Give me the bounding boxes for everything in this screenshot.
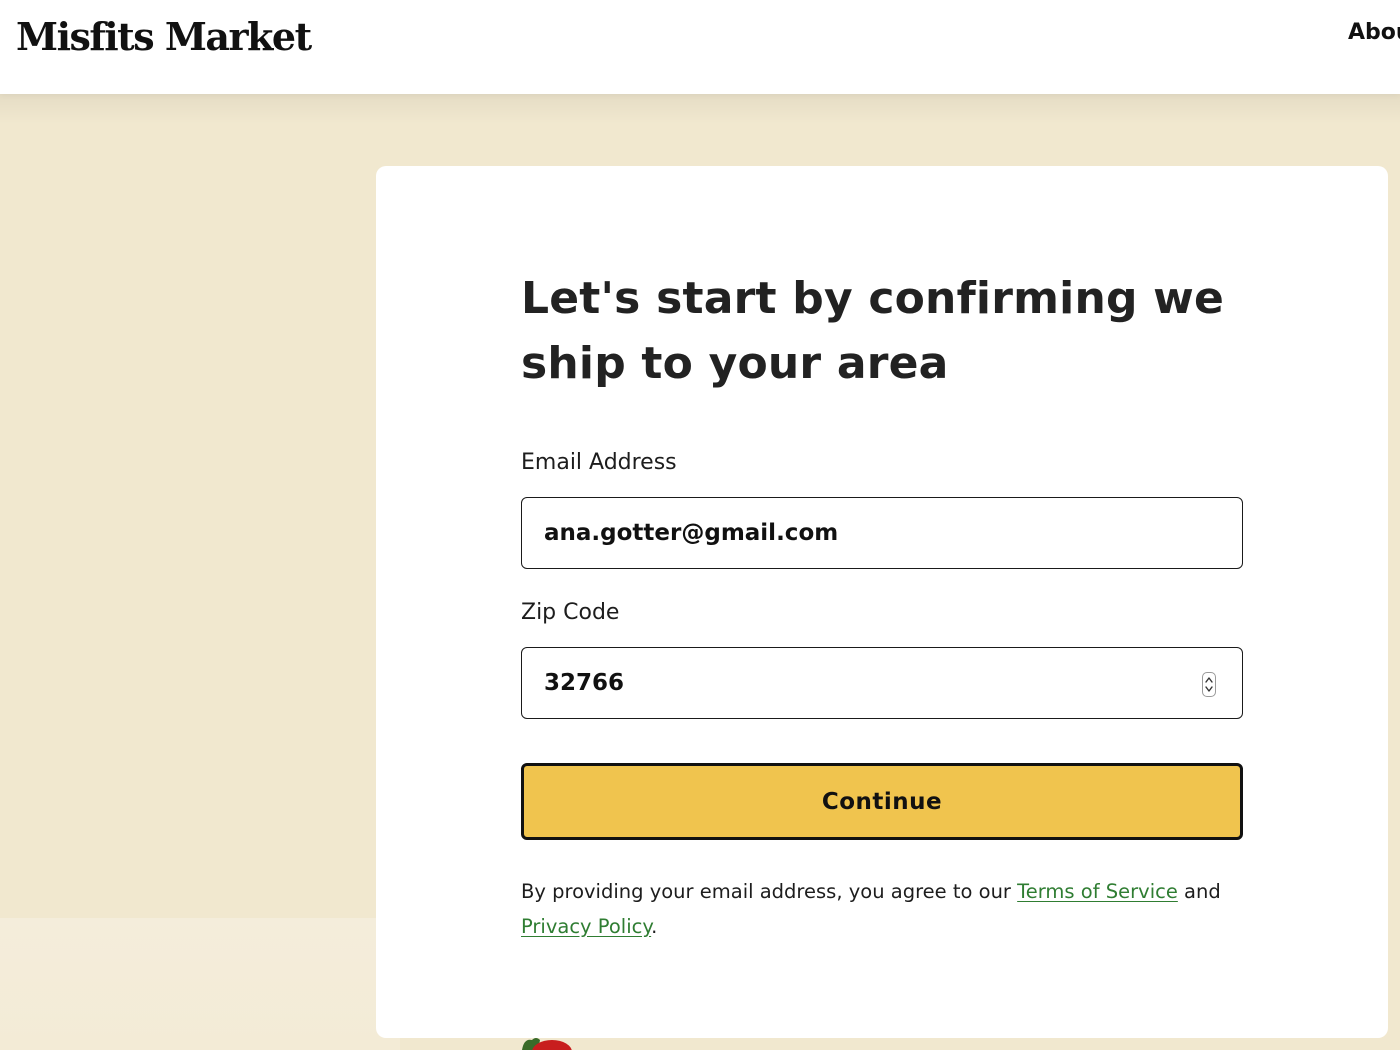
legal-text-before: By providing your email address, you agr… [521, 880, 1018, 903]
header-shadow [0, 94, 1400, 124]
site-header: Misfits Market Abou [0, 0, 1400, 94]
email-value: ana.gotter@gmail.com [544, 520, 839, 546]
email-label: Email Address [521, 450, 677, 475]
page-title: Let's start by confirming we ship to you… [521, 273, 1225, 389]
zip-value: 32766 [544, 670, 625, 696]
legal-notice: By providing your email address, you agr… [521, 874, 1243, 944]
privacy-policy-link[interactable]: Privacy Policy [521, 915, 651, 938]
background-panel [0, 918, 400, 1050]
zip-label: Zip Code [521, 600, 620, 625]
legal-text-after: . [651, 915, 658, 938]
up-down-chevron-icon[interactable] [1202, 672, 1216, 697]
nav-about-link[interactable]: Abou [1348, 18, 1400, 48]
email-field[interactable]: ana.gotter@gmail.com [521, 497, 1243, 569]
legal-text-middle: and [1177, 880, 1221, 903]
zip-code-field[interactable]: 32766 [521, 647, 1243, 719]
continue-button[interactable]: Continue [521, 763, 1243, 840]
misfits-market-logo[interactable]: Misfits Market [16, 12, 312, 62]
terms-of-service-link[interactable]: Terms of Service [1017, 880, 1178, 903]
signup-card: Let's start by confirming we ship to you… [376, 166, 1388, 1038]
